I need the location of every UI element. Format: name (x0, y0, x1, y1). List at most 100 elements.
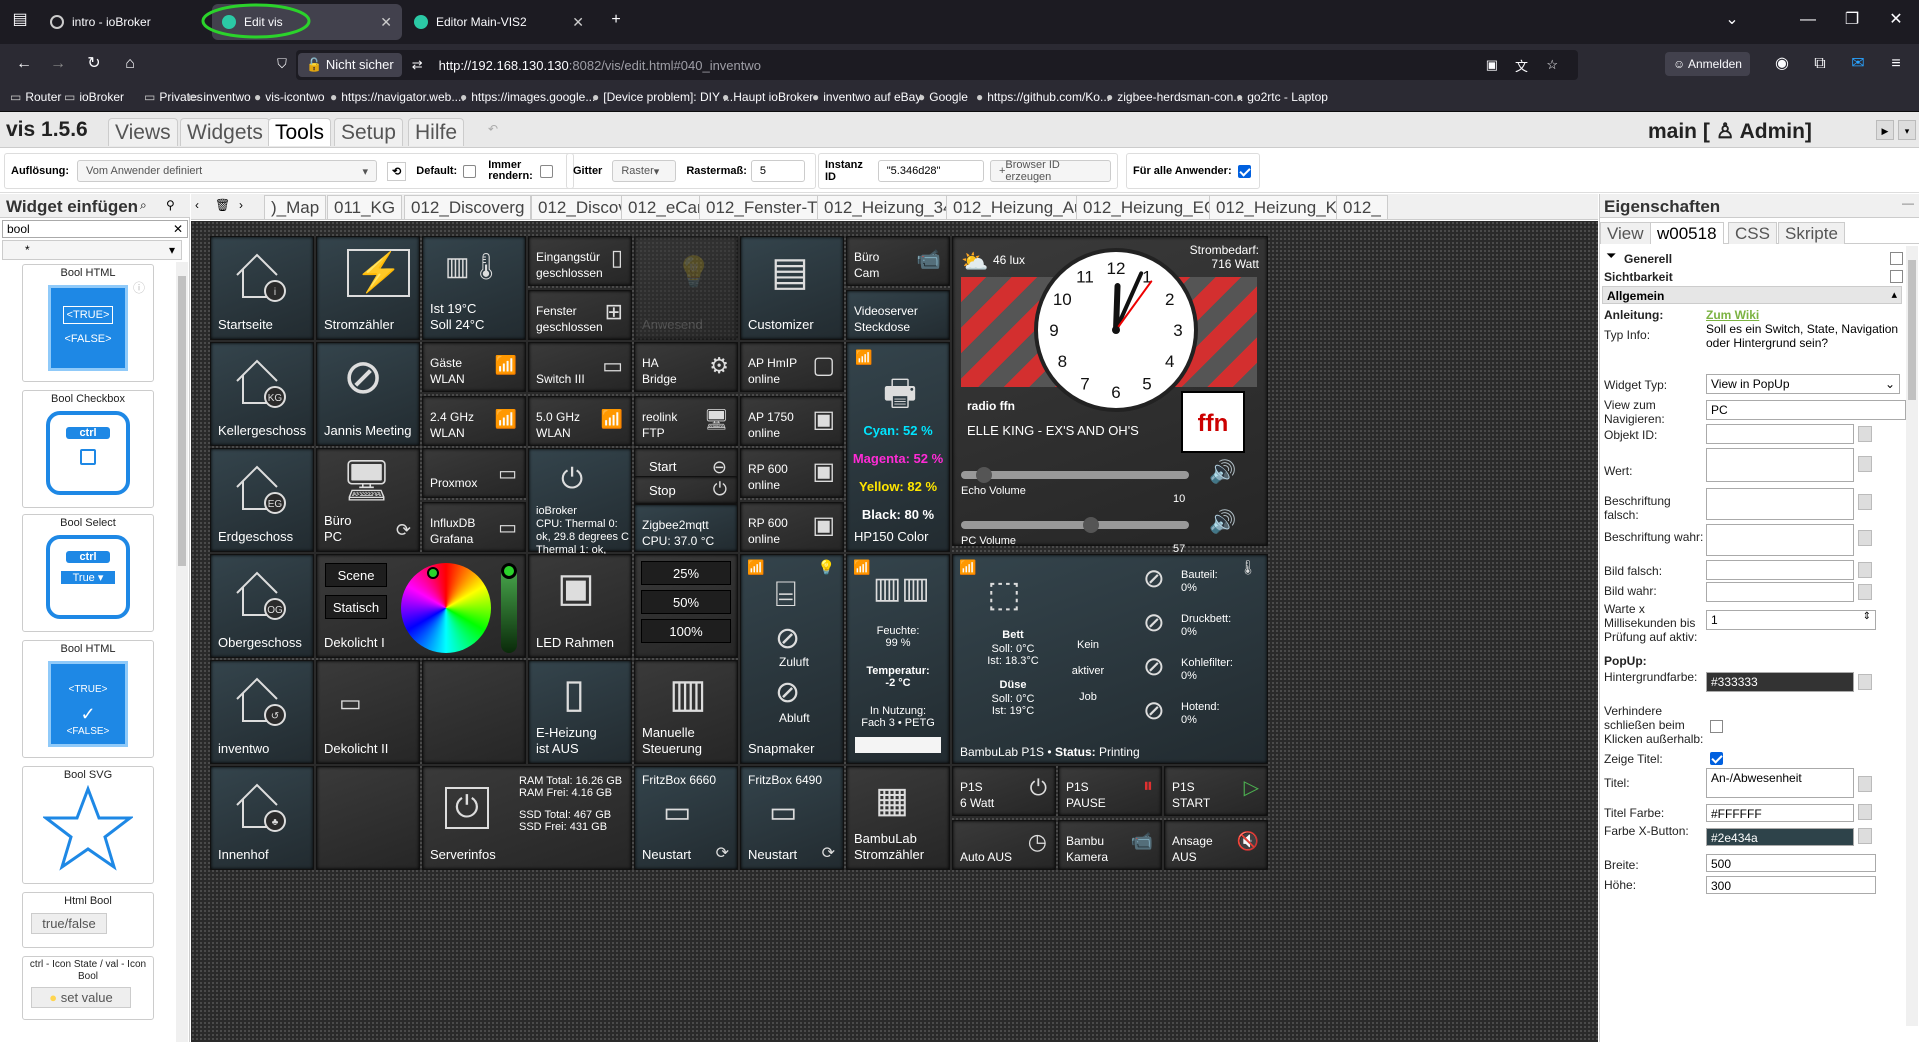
widget-bool-html[interactable]: Bool HTML <TRUE> <FALSE> ⓘ (22, 264, 154, 382)
tile-kellergeschoss[interactable]: KG Kellergeschoss (210, 342, 314, 446)
percent-p100-button[interactable]: 100% (641, 619, 731, 643)
all-users-checkbox[interactable] (1237, 164, 1251, 178)
tile-customizer[interactable]: ▤ Customizer (740, 236, 844, 340)
bookmark-13[interactable]: ● go2rtc - Laptop (1236, 90, 1328, 104)
widget-bool-html-2[interactable]: Bool HTML <TRUE> ✓ <FALSE> (22, 640, 154, 758)
color-wheel[interactable] (401, 563, 491, 653)
tile-influx[interactable]: InfluxDB Grafana ▭ (422, 502, 526, 552)
tile-dekolicht1[interactable]: Scene Statisch Dekolicht I (316, 554, 526, 658)
browser-id-button[interactable]: + Browser ID erzeugen (989, 159, 1111, 183)
tile-stop[interactable]: Stop ⏻ (634, 476, 738, 504)
prop-edit-button[interactable] (1858, 456, 1872, 472)
tile-reolink[interactable]: reolink FTP 🖥 (634, 396, 738, 446)
tile-wlan24[interactable]: 2.4 GHz WLAN 📶 (422, 396, 526, 446)
tile-manuelle[interactable]: ▥ Manuelle Steuerung (634, 660, 738, 764)
menu-setup[interactable]: Setup (334, 118, 403, 146)
bookmark-8[interactable]: ● Haupt ioBroker (722, 90, 813, 104)
trash-icon[interactable]: 🗑 (215, 198, 230, 212)
permissions-icon[interactable]: ⇄ (412, 57, 423, 73)
extension-icon[interactable]: ◉ (1770, 52, 1794, 76)
tile-serverinfos[interactable]: ⏻ RAM Total: 16.26 GB RAM Frei: 4.16 GB SSD… (422, 766, 632, 870)
bookmark-9[interactable]: ● inventwo auf eBay (812, 90, 921, 104)
clear-icon[interactable]: ✕ (173, 222, 183, 236)
widget-type-select[interactable]: View in PopUp ⌄ (1706, 374, 1900, 394)
bookmark-5[interactable]: ● https://navigator.web.... (330, 90, 465, 104)
always-render-checkbox[interactable] (540, 164, 554, 178)
prop-edit-button[interactable] (1858, 494, 1872, 510)
bookmark-1[interactable]: ▭ ioBroker (64, 90, 124, 104)
scroll-left-icon[interactable]: ‹ (195, 198, 199, 212)
list-tabs-icon[interactable]: ⌄ (1720, 8, 1744, 32)
tile-innenhof[interactable]: ♣ Innenhof (210, 766, 314, 870)
pin-icon[interactable]: ⚲ (166, 198, 175, 212)
tile-rp600b[interactable]: RP 600 online ▣ (740, 502, 844, 552)
tile-stromzaehler[interactable]: ⚡ Stromzähler (316, 236, 420, 340)
tile-empty-2[interactable] (316, 766, 420, 870)
view-tab-012_[interactable]: 012_ (1336, 195, 1388, 219)
echo-volume-track[interactable] (961, 471, 1189, 479)
tile-proxmox[interactable]: Proxmox ▭ (422, 448, 526, 498)
statisch-button[interactable]: Statisch (325, 595, 387, 619)
close-tab-icon[interactable]: ✕ (380, 14, 392, 31)
bookmark-0[interactable]: ▭ Router (10, 90, 61, 104)
close-window-icon[interactable]: ✕ (1884, 8, 1908, 32)
tile-startseite[interactable]: i Startseite (210, 236, 314, 340)
bookmark-6[interactable]: ● https://images.google... (460, 90, 595, 104)
sichtbarkeit-checkbox[interactable] (1890, 270, 1903, 283)
tile-bambu-kamera[interactable]: Bambu Kamera 📹 (1058, 820, 1162, 870)
prop-edit-button[interactable] (1858, 530, 1872, 546)
pc-volume-handle[interactable] (1082, 517, 1099, 533)
grid-size-input[interactable]: 5 (750, 160, 805, 182)
tile-ha-bridge[interactable]: HA Bridge ⚙ (634, 342, 738, 392)
tile-fritz6490[interactable]: FritzBox 6490 ▭ Neustart ⟳ (740, 766, 844, 870)
search-icon[interactable]: ⌕ (140, 198, 147, 213)
props-tab-css[interactable]: CSS (1728, 222, 1777, 244)
tile-anwesend[interactable]: 💡 Anwesend (634, 236, 738, 340)
view-tab-011_KG[interactable]: 011_KG (327, 195, 403, 219)
tile-switch3[interactable]: Switch III ▭ (528, 342, 632, 392)
tile-zigbee[interactable]: Zigbee2mqtt CPU: 37.0 °C (634, 504, 738, 552)
widget-html-bool[interactable]: Html Bool true/false (22, 892, 154, 948)
forward-icon[interactable]: → (46, 52, 70, 76)
prop-edit-button[interactable] (1858, 674, 1872, 690)
tab-list-icon[interactable]: ▤ (8, 8, 32, 32)
close-tab-icon[interactable]: ✕ (572, 14, 584, 31)
tile-led-rahmen[interactable]: ▣ LED Rahmen (528, 554, 632, 658)
new-tab-icon[interactable]: + (604, 8, 628, 32)
collapse-icon[interactable]: — (1902, 196, 1914, 210)
tile-ap1750[interactable]: AP 1750 online ▣ (740, 396, 844, 446)
tile-fritz6660[interactable]: FritzBox 6660 ▭ Neustart ⟳ (634, 766, 738, 870)
prop-edit-button[interactable] (1858, 804, 1872, 820)
mail-icon[interactable]: ✉ (1846, 52, 1870, 76)
view-tab-012_Heizung_EG[interactable]: 012_Heizung_EG (1076, 195, 1225, 219)
wiki-link[interactable]: Zum Wiki (1706, 308, 1759, 322)
tile-bambu[interactable]: 📶 ⬚ 🌡 Bett Soll: 0°C Ist: 18.3°C Düse Soll: 0°C… (952, 554, 1268, 764)
reader-icon[interactable]: ▣ (1486, 57, 1498, 73)
tile-printer[interactable]: 📶 🖶 Cyan: 52 % Magenta: 52 % Yellow: 82 % Bla… (846, 342, 950, 552)
props-tab-w00518[interactable]: w00518 (1650, 222, 1724, 244)
bookmark-10[interactable]: ● Google (918, 90, 968, 104)
tile-jannis[interactable]: ⊘ Jannis Meeting (316, 342, 420, 446)
view-tab-012_Discoverg[interactable]: 012_Discoverg (404, 195, 532, 219)
back-icon[interactable]: ← (12, 52, 36, 76)
tile-wlan50[interactable]: 5.0 GHz WLAN 📶 (528, 396, 632, 446)
undo-icon[interactable]: ↶ (488, 122, 498, 136)
prop-edit-button[interactable] (1858, 776, 1872, 792)
zeige-titel-checkbox[interactable] (1710, 752, 1723, 765)
prop-edit-button[interactable] (1858, 828, 1872, 844)
widget-filter-input[interactable]: bool ✕ (2, 220, 188, 238)
percent-p25-button[interactable]: 25% (641, 561, 731, 585)
tab-intro[interactable]: intro - ioBroker (40, 4, 210, 40)
bookmark-3[interactable]: ▭ inventwo (188, 90, 251, 104)
bookmark-7[interactable]: ● [Device problem]: DIY ... (592, 90, 733, 104)
tile-obergeschoss[interactable]: OG Obergeschoss (210, 554, 314, 658)
shield-icon[interactable]: ⛉ (270, 52, 294, 76)
menu-tools[interactable]: Tools (268, 118, 332, 146)
schliessen-checkbox[interactable] (1710, 720, 1723, 733)
tile-p1s-start[interactable]: P1S START ▷ (1164, 766, 1268, 816)
bookmark-12[interactable]: ● zigbee-herdsman-con... (1106, 90, 1243, 104)
prop-input[interactable] (1706, 424, 1854, 444)
props-tab-skripte[interactable]: Skripte (1778, 222, 1845, 244)
tab-editor-main[interactable]: Editor Main-VIS2 ✕ (404, 4, 594, 40)
prop-edit-button[interactable] (1858, 426, 1872, 442)
